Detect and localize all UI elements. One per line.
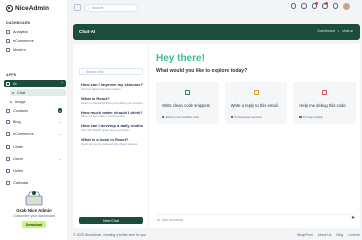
chat-icon <box>6 144 10 149</box>
dot-icon <box>10 100 12 103</box>
prompt-heading: What would you like to explore today? <box>156 68 248 74</box>
chat-input[interactable]: ⊕ Ask anything... <box>156 214 354 224</box>
chat-panel: ⌕ Search chat How can I improve my skinc… <box>73 44 360 228</box>
footer: © 2025 NiceAdmin, creating a better web … <box>73 233 360 237</box>
sidebar-item-ecommerce[interactable]: eCommerce ⌄ <box>6 130 64 137</box>
greeting: Hey there! <box>156 53 205 64</box>
attach-icon[interactable]: ⊕ <box>157 218 160 222</box>
topbar-icons <box>290 2 338 9</box>
nav-section-apps: APPS <box>6 73 17 77</box>
footer-links: WrapPixel About Us Blog License <box>297 233 360 237</box>
sidebar-item-blog[interactable]: Blog ⌄ <box>6 118 64 125</box>
cart-icon[interactable] <box>311 2 318 9</box>
sidebar-subitem-image[interactable]: Image <box>10 98 64 105</box>
download-button[interactable]: Download <box>21 221 47 228</box>
cart-badge <box>314 2 318 6</box>
sidebar-item-modern[interactable]: Modern <box>6 46 64 53</box>
tag-icon <box>299 115 302 119</box>
suggestion-card-email[interactable]: Write a reply to this email Professional… <box>224 82 288 124</box>
breadcrumb-separator: • <box>337 29 340 33</box>
suggestion-cards: Write clean code snippets Efficient and … <box>156 82 357 124</box>
sidebar: NiceAdmin DASHBOARD Analytics eCommerce … <box>0 0 68 240</box>
sidebar-item-ai[interactable]: AI ⌃ <box>4 80 66 87</box>
breadcrumb: Dashboard • chat-ai <box>317 29 353 33</box>
promo-illustration <box>22 190 46 206</box>
sidebar-subitem-chat[interactable]: Chat <box>10 89 66 96</box>
cart-icon <box>6 131 10 136</box>
nav-section-dashboard: DASHBOARD <box>6 21 31 25</box>
new-chat-button[interactable]: New Chat <box>79 217 143 224</box>
page-title: Chat-AI <box>79 29 96 34</box>
moon-icon[interactable] <box>290 3 296 9</box>
history-item[interactable]: What is a hook in React? Hooks let you u… <box>81 137 143 146</box>
footer-link[interactable]: License <box>348 233 360 237</box>
chevron-down-icon: ⌄ <box>58 156 62 161</box>
layout-icon <box>6 47 10 52</box>
notes-icon <box>6 168 10 173</box>
settings-icon[interactable] <box>332 3 338 9</box>
chat-main: Hey there! What would you like to explor… <box>149 44 360 228</box>
logo[interactable]: NiceAdmin <box>6 5 49 12</box>
chevron-down-icon: ⌄ <box>58 131 62 136</box>
history-list: How can I improve my skincare? Discover … <box>81 82 143 151</box>
page-header: Chat-AI Dashboard • chat-ai <box>73 24 360 40</box>
sidebar-item-analytics[interactable]: Analytics <box>6 28 64 35</box>
sidebar-item-chats[interactable]: Chats <box>6 143 64 150</box>
search-icon: ⌕ <box>88 6 91 10</box>
sidebar-item-notes[interactable]: Notes <box>6 167 64 174</box>
bug-icon <box>322 90 328 95</box>
chevron-up-icon: ⌃ <box>60 81 64 86</box>
suggestion-card-code[interactable]: Write clean code snippets Efficient and … <box>156 82 219 124</box>
users-icon <box>6 156 10 161</box>
code-icon <box>184 90 190 95</box>
copyright: © 2025 NiceAdmin, creating a better web … <box>73 233 147 237</box>
sidebar-item-ecommerce-dashboard[interactable]: eCommerce <box>6 37 64 44</box>
footer-link[interactable]: About Us <box>318 233 332 237</box>
sidebar-item-calendar[interactable]: Calendar <box>6 179 64 186</box>
tag-icon <box>162 115 165 119</box>
notification-badge <box>325 2 329 6</box>
history-item[interactable]: How much water should I drink? About 2-3… <box>81 110 143 119</box>
promo-card: Grab Nice Admin Customize your dashboard… <box>8 190 60 238</box>
search-icon: ⌕ <box>82 69 84 74</box>
promo-subtitle: Customize your dashboard <box>13 214 55 218</box>
logo-text: NiceAdmin <box>15 5 49 12</box>
language-icon[interactable] <box>301 3 307 9</box>
footer-link[interactable]: Blog <box>337 233 344 237</box>
chat-search-input[interactable]: ⌕ Search chat <box>79 68 143 75</box>
dot-icon <box>12 91 14 94</box>
ai-icon <box>6 81 10 86</box>
contacts-badge: 2 <box>57 108 62 113</box>
history-item[interactable]: How can I develop a daily routine? Start… <box>81 123 143 132</box>
tag-icon <box>230 115 234 119</box>
suggestion-card-debug[interactable]: Help me debug this code Fix bugs quickly <box>293 82 357 124</box>
breadcrumb-current: chat-ai <box>342 29 353 33</box>
breadcrumb-home[interactable]: Dashboard <box>317 29 335 33</box>
logo-icon <box>6 5 13 12</box>
bell-icon[interactable] <box>322 2 329 9</box>
sidebar-toggle-button[interactable] <box>74 4 81 11</box>
history-item[interactable]: What is React? React is a JavaScript lib… <box>81 96 143 105</box>
avatar[interactable] <box>343 3 350 10</box>
contacts-icon <box>6 108 10 113</box>
send-icon[interactable]: ➤ <box>351 216 356 221</box>
chevron-down-icon: ⌄ <box>58 119 62 124</box>
footer-link[interactable]: WrapPixel <box>297 233 312 237</box>
sidebar-item-users[interactable]: Users ⌄ <box>6 155 64 162</box>
analytics-icon <box>6 29 10 34</box>
mail-icon <box>253 90 259 95</box>
search-input[interactable]: ⌕ Search <box>84 4 138 12</box>
topbar: ⌕ Search <box>68 0 362 18</box>
chat-history: ⌕ Search chat How can I improve my skinc… <box>73 44 149 228</box>
history-item[interactable]: How can I improve my skincare? Discover … <box>81 82 143 91</box>
sidebar-item-contacts[interactable]: Contacts 2 <box>6 107 64 114</box>
shop-icon <box>6 38 10 43</box>
promo-title: Grab Nice Admin <box>16 208 52 213</box>
blog-icon <box>6 119 10 124</box>
calendar-icon <box>6 180 10 185</box>
